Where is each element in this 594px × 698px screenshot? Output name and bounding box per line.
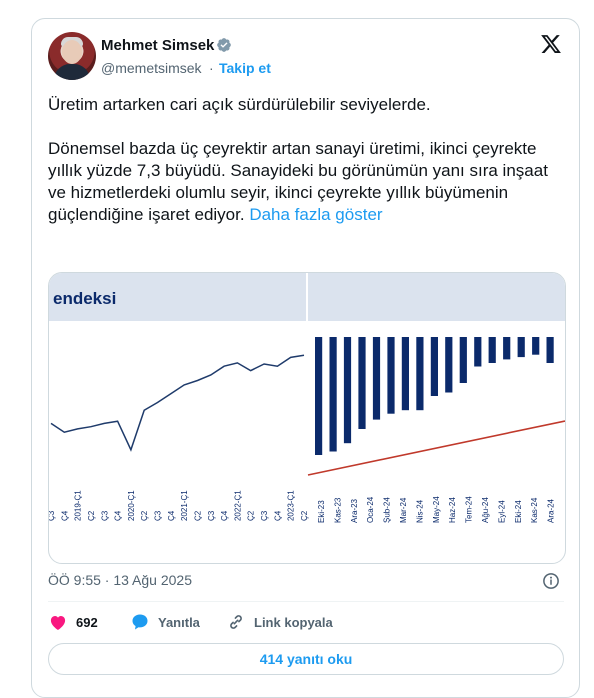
bar — [445, 337, 453, 393]
follow-button[interactable]: Takip et — [219, 60, 271, 76]
tweet-image[interactable]: endeksi Ç3 Ç4 2019-Ç1 Ç2 Ç3 Ç4 2020-Ç1 Ç2 Ç3 Ç4 20… — [48, 272, 566, 564]
x-tick-label: Haz-24 — [448, 497, 457, 523]
series-line — [50, 354, 305, 452]
bar — [546, 337, 554, 363]
x-tick-label: Şub-24 — [383, 497, 392, 523]
x-tick-label: 2019-Ç1 — [74, 490, 83, 521]
bar — [430, 337, 438, 396]
x-tick-label: Ç4 — [167, 510, 176, 521]
bar — [343, 337, 352, 444]
x-tick-label: Tem-24 — [465, 496, 474, 523]
x-tick-label: Nis-24 — [415, 499, 424, 523]
right-panel-header — [308, 273, 565, 321]
like-count: 692 — [76, 614, 98, 630]
bar — [503, 337, 511, 360]
bar — [372, 337, 381, 420]
x-tick-label: May-24 — [432, 496, 441, 523]
x-tick-label: Ç4 — [60, 510, 69, 521]
bar — [459, 337, 467, 383]
x-tick-label: Mar-24 — [399, 497, 408, 523]
x-tick-label: Ç4 — [220, 510, 229, 521]
x-tick-label: Ç4 — [273, 510, 282, 521]
separator-dot: · — [209, 60, 214, 76]
chart-title: endeksi — [53, 289, 116, 308]
author-handle[interactable]: @memetsimsek — [101, 60, 202, 76]
x-tick-label: 2021-Ç1 — [180, 490, 189, 521]
x-logo-icon[interactable] — [540, 33, 562, 55]
x-tick-label: Ç3 — [207, 510, 216, 521]
bar — [488, 337, 496, 363]
verified-badge-icon — [217, 38, 231, 52]
link-icon — [230, 615, 242, 629]
reply-label: Yanıtla — [158, 614, 200, 630]
copy-link-button[interactable]: Link kopyala — [226, 612, 333, 632]
x-tick-label: 2020-Ç1 — [127, 490, 136, 521]
copy-link-label: Link kopyala — [254, 614, 333, 630]
line-chart: Ç3 Ç4 2019-Ç1 Ç2 Ç3 Ç4 2020-Ç1 Ç2 Ç3 Ç4 2021-Ç1 Ç2 Ç… — [49, 354, 309, 521]
x-tick-label: Ç4 — [114, 510, 123, 521]
bar — [517, 337, 525, 358]
bar — [329, 337, 337, 452]
x-tick-label: Ç2 — [140, 510, 149, 521]
heart-icon — [50, 616, 66, 630]
chart-image: endeksi Ç3 Ç4 2019-Ç1 Ç2 Ç3 Ç4 2020-Ç1 Ç2 Ç3 Ç4 20… — [49, 273, 565, 563]
avatar[interactable] — [48, 32, 96, 80]
like-button[interactable]: 692 — [48, 612, 98, 632]
tweet-timestamp[interactable]: ÖÖ 9:55 · 13 Ağu 2025 — [48, 572, 192, 588]
x-tick-label: Ara-24 — [547, 498, 556, 523]
x-tick-label: Ç2 — [300, 510, 309, 521]
x-tick-label: Eki-24 — [514, 500, 523, 523]
x-tick-label: Eyl-24 — [497, 500, 506, 523]
x-tick-label: Ç3 — [49, 510, 56, 521]
read-replies-button[interactable]: 414 yanıtı oku — [48, 643, 564, 675]
tweet-line-1: Üretim artarken cari açık sürdürülebilir… — [48, 95, 431, 114]
bar — [387, 337, 395, 414]
bar — [416, 337, 424, 411]
reply-button[interactable]: Yanıtla — [130, 612, 200, 632]
x-tick-label: Ara-23 — [350, 498, 359, 523]
bar — [474, 337, 482, 367]
author-name[interactable]: Mehmet Simsek — [101, 37, 214, 54]
x-tick-label: Ç2 — [87, 510, 96, 521]
x-tick-label: Eki-23 — [317, 500, 326, 523]
info-icon[interactable] — [542, 572, 560, 590]
x-tick-label: Kas-24 — [530, 497, 539, 523]
x-tick-label: 2023-Ç1 — [287, 490, 296, 521]
x-tick-label: Ç2 — [193, 510, 202, 521]
bar — [315, 337, 323, 455]
x-tick-label: Ç3 — [260, 510, 269, 521]
bar-chart: Eki-23 Kas-23 Ara-23 Oca-24 Şub-24 Mar-24 Nis-… — [307, 337, 565, 523]
x-tick-label: Ağu-24 — [481, 497, 490, 523]
x-tick-label: Ç3 — [100, 510, 109, 521]
x-tick-label: Ç2 — [247, 510, 256, 521]
bar — [401, 337, 409, 411]
x-tick-label: 2022-Ç1 — [233, 490, 242, 521]
x-tick-label: Ç3 — [154, 510, 163, 521]
x-tick-label: Kas-23 — [333, 497, 342, 523]
reply-bubble-icon — [132, 614, 148, 630]
show-more-link[interactable]: Daha fazla göster — [249, 205, 382, 224]
bar — [358, 337, 366, 429]
divider — [48, 601, 564, 602]
bar — [532, 337, 540, 355]
tweet-text: Üretim artarken cari açık sürdürülebilir… — [48, 94, 560, 226]
x-tick-label: Oca-24 — [366, 496, 375, 523]
